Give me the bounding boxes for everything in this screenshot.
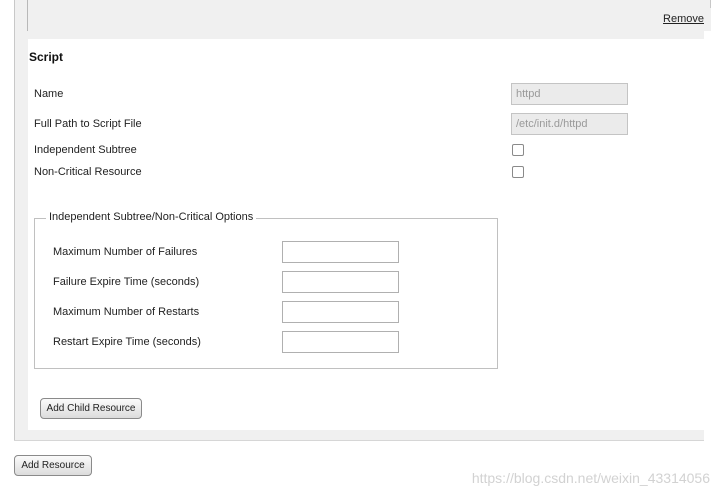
failure-expire-input[interactable] — [282, 271, 399, 293]
divider — [710, 0, 711, 8]
panel-bottom-border — [14, 440, 704, 441]
max-restarts-input[interactable] — [282, 301, 399, 323]
name-label: Name — [34, 88, 64, 100]
watermark-text: https://blog.csdn.net/weixin_43314056 — [471, 470, 710, 486]
panel-left-border — [14, 0, 15, 440]
restart-expire-label: Restart Expire Time (seconds) — [53, 336, 201, 348]
previous-resource-footer — [15, 0, 711, 31]
options-legend: Independent Subtree/Non-Critical Options — [46, 211, 257, 223]
remove-link[interactable]: Remove — [663, 13, 704, 25]
independent-subtree-label: Independent Subtree — [34, 144, 137, 156]
name-field[interactable] — [511, 83, 628, 105]
max-restarts-label: Maximum Number of Restarts — [53, 306, 200, 318]
script-path-field[interactable] — [511, 113, 628, 135]
add-resource-button[interactable]: Add Resource — [14, 455, 92, 476]
noncritical-resource-checkbox[interactable] — [512, 166, 524, 178]
independent-subtree-checkbox[interactable] — [512, 144, 524, 156]
max-failures-input[interactable] — [282, 241, 399, 263]
divider — [27, 0, 28, 31]
add-child-resource-button[interactable]: Add Child Resource — [40, 398, 142, 419]
restart-expire-input[interactable] — [282, 331, 399, 353]
failure-expire-label: Failure Expire Time (seconds) — [53, 276, 200, 288]
max-failures-label: Maximum Number of Failures — [53, 246, 198, 258]
section-title: Script — [29, 50, 64, 64]
script-path-label: Full Path to Script File — [34, 118, 142, 130]
noncritical-resource-label: Non-Critical Resource — [34, 166, 142, 178]
